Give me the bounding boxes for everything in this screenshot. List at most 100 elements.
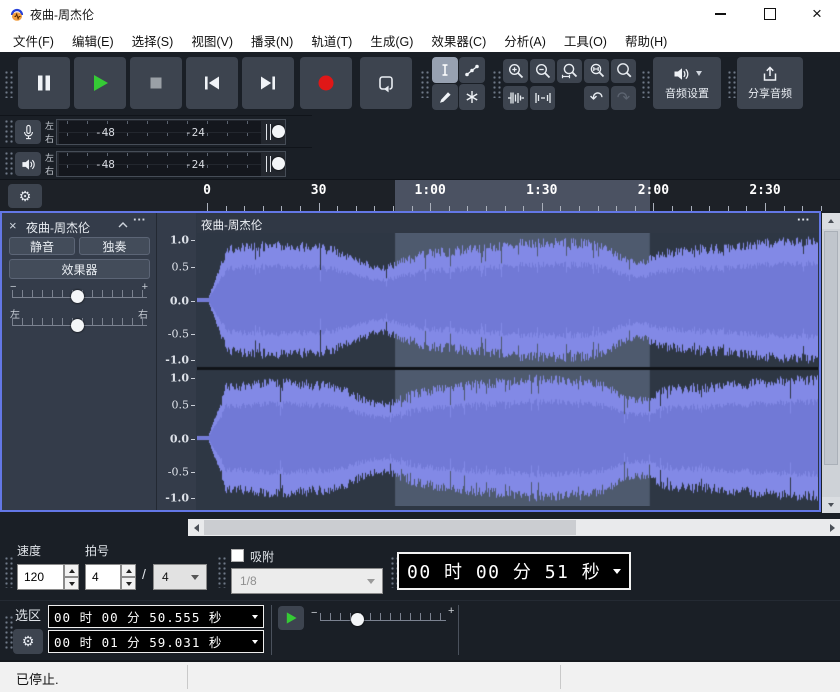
edit-toolbar-grip[interactable] (492, 70, 501, 98)
undo-button[interactable]: ↶ (584, 86, 609, 110)
stop-button[interactable] (130, 57, 182, 109)
track-collapse-icon[interactable] (118, 222, 128, 228)
dropdown-icon[interactable] (252, 640, 258, 644)
transport-toolbar-grip[interactable] (4, 70, 13, 98)
loop-button[interactable] (360, 57, 412, 109)
tempo-spin-down[interactable] (64, 577, 79, 590)
selection-end-field[interactable]: 00 时 01 分 59.031 秒 (48, 630, 264, 653)
skip-to-start-button[interactable] (186, 57, 238, 109)
clip-header[interactable]: 夜曲-周杰伦 ··· (197, 215, 818, 233)
vertical-scrollbar-thumb[interactable] (824, 231, 838, 465)
meter-tick-24: -24 (185, 158, 205, 171)
scroll-left-button[interactable] (188, 519, 204, 536)
share-toolbar-grip[interactable] (727, 70, 736, 98)
timesig-spin-down[interactable] (121, 577, 136, 590)
chevron-down-icon (367, 579, 375, 584)
waveform-canvas[interactable] (197, 233, 818, 506)
zoom-selection-button[interactable] (557, 59, 582, 83)
tools-toolbar-grip[interactable] (420, 70, 429, 98)
snap-dropdown[interactable]: 1/8 (231, 568, 383, 594)
menu-item-6[interactable]: 生成(G) (361, 28, 422, 53)
track-close-button[interactable]: × (9, 218, 17, 233)
playback-meter[interactable]: -48 -24 (56, 151, 286, 177)
dropdown-icon[interactable] (252, 615, 258, 619)
mute-button[interactable]: 静音 (9, 237, 75, 255)
zoom-out-button[interactable] (530, 59, 555, 83)
tempo-spin-up[interactable] (64, 564, 79, 577)
snap-checkbox[interactable] (231, 549, 244, 562)
selection-toolbar-grip[interactable] (4, 615, 13, 651)
timeline-ruler[interactable]: 0301:001:302:002:30 (44, 180, 840, 212)
zoom-toggle-button[interactable] (611, 59, 636, 83)
maximize-button[interactable] (747, 0, 793, 28)
zoom-in-button[interactable] (503, 59, 528, 83)
horizontal-scrollbar-thumb[interactable] (204, 520, 576, 535)
play-button[interactable] (74, 57, 126, 109)
menu-item-2[interactable]: 选择(S) (123, 28, 183, 53)
playback-meter-grip[interactable] (4, 151, 13, 177)
selection-tool-button[interactable] (432, 57, 458, 83)
trim-audio-button[interactable] (503, 86, 528, 110)
gain-slider-knob[interactable] (71, 290, 84, 303)
fit-project-button[interactable] (584, 59, 609, 83)
audio-setup-button[interactable]: 音频设置 (653, 57, 721, 109)
share-audio-button[interactable]: 分享音频 (737, 57, 803, 109)
tempo-input[interactable]: 120 (17, 564, 64, 590)
timesig-upper-input[interactable]: 4 (85, 564, 121, 590)
playback-meter-speaker-button[interactable] (15, 152, 41, 176)
scroll-up-button[interactable] (822, 213, 840, 229)
play-speed-knob[interactable] (351, 613, 364, 626)
menu-item-1[interactable]: 编辑(E) (63, 28, 123, 53)
tempo-toolbar-grip[interactable] (4, 556, 13, 588)
recording-volume-knob[interactable] (272, 125, 285, 138)
track-title[interactable]: 夜曲-周杰伦 (26, 219, 90, 236)
skip-to-end-button[interactable] (242, 57, 294, 109)
pan-slider-knob[interactable] (71, 319, 84, 332)
audio-position-display[interactable]: 00 时 00 分 51 秒 (397, 552, 631, 590)
vertical-scrollbar[interactable] (822, 213, 840, 513)
draw-tool-button[interactable] (432, 84, 458, 110)
play-at-speed-button[interactable] (278, 606, 304, 630)
minimize-button[interactable] (697, 0, 743, 28)
zoom-selection-icon (561, 62, 579, 80)
record-button[interactable] (300, 57, 352, 109)
playback-volume-knob[interactable] (272, 157, 285, 170)
recording-meter-mic-button[interactable] (15, 120, 41, 144)
menu-item-4[interactable]: 播录(N) (242, 28, 302, 53)
effects-button[interactable]: 效果器 (9, 259, 150, 279)
menu-item-9[interactable]: 工具(O) (555, 28, 616, 53)
recording-meter[interactable]: -48 -24 (56, 119, 286, 145)
menu-item-10[interactable]: 帮助(H) (616, 28, 676, 53)
redo-button[interactable]: ↷ (611, 86, 636, 110)
menu-item-8[interactable]: 分析(A) (495, 28, 555, 53)
silence-audio-button[interactable] (530, 86, 555, 110)
recording-meter-grip[interactable] (4, 119, 13, 145)
close-button[interactable]: × (794, 0, 840, 28)
time-format-dropdown-icon[interactable] (613, 569, 621, 574)
fit-project-icon (588, 62, 606, 80)
pause-button[interactable] (18, 57, 70, 109)
selection-options-button[interactable]: ⚙ (13, 629, 43, 654)
audio-setup-toolbar-grip[interactable] (641, 70, 650, 98)
multi-tool-button[interactable] (459, 84, 485, 110)
horizontal-scrollbar[interactable] (188, 519, 840, 536)
track-menu-button[interactable]: ··· (133, 212, 146, 227)
play-meter-bar-left (59, 153, 261, 164)
selection-start-field[interactable]: 00 时 00 分 50.555 秒 (48, 605, 264, 628)
menu-item-3[interactable]: 视图(V) (182, 28, 242, 53)
play-speed-slider-track[interactable] (320, 613, 446, 621)
zoom-in-icon (507, 62, 525, 80)
menu-item-0[interactable]: 文件(F) (4, 28, 63, 53)
envelope-tool-button[interactable] (459, 57, 485, 83)
timesig-lower-dropdown[interactable]: 4 (153, 564, 207, 590)
snap-toolbar-grip[interactable] (217, 556, 226, 588)
scroll-down-button[interactable] (822, 497, 840, 513)
timeline-options-button[interactable]: ⚙ (8, 184, 42, 208)
timesig-spin-up[interactable] (121, 564, 136, 577)
vertical-scale-ruler[interactable]: 1.00.50.0-0.5-1.01.00.50.0-0.5-1.0 (158, 213, 196, 510)
menu-item-7[interactable]: 效果器(C) (422, 28, 495, 53)
clip-menu-button[interactable]: ··· (797, 212, 810, 227)
menu-item-5[interactable]: 轨道(T) (302, 28, 361, 53)
scroll-right-button[interactable] (824, 519, 840, 536)
solo-button[interactable]: 独奏 (79, 237, 150, 255)
